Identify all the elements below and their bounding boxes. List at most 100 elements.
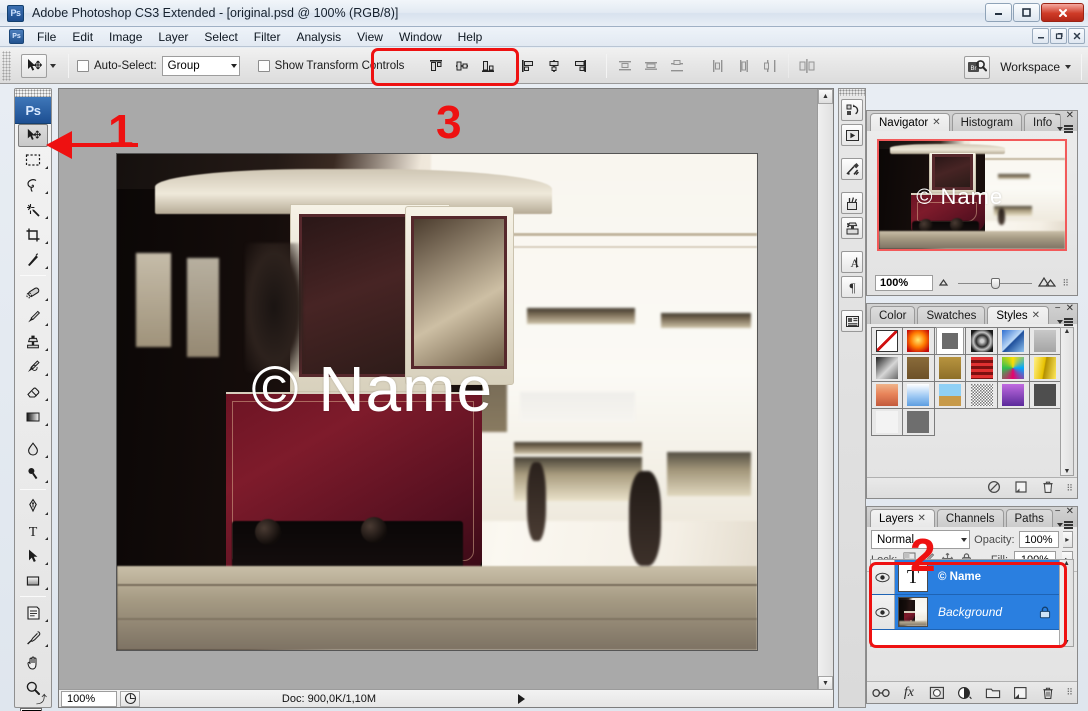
gold-sprayed-style[interactable] [934,354,967,382]
dark-grey-style[interactable] [1029,381,1062,409]
brush-tool[interactable] [15,304,51,329]
eraser-tool[interactable] [15,379,51,404]
options-bar-grip[interactable] [2,51,11,81]
dock-grip[interactable] [839,89,865,96]
align-top-edges-icon[interactable] [426,56,446,76]
tool-preset-picker[interactable] [17,52,60,80]
tab-navigator[interactable]: Navigator ✕ [870,113,950,131]
scroll-up-arrow-icon[interactable]: ▲ [1063,560,1070,567]
layer-comps-panel-icon[interactable] [841,310,863,332]
auto-select-dropdown[interactable]: Group [162,56,240,76]
hand-tool[interactable] [15,650,51,675]
align-bottom-edges-icon[interactable] [478,56,498,76]
layer-name[interactable]: © Name [938,571,981,583]
distribute-link-icon[interactable] [797,56,817,76]
distribute-left-edges-icon[interactable] [708,56,728,76]
go-to-bridge-icon[interactable]: Br [964,56,990,79]
clone-source-panel-icon[interactable] [841,217,863,239]
image-canvas[interactable]: © Name [116,153,758,651]
zoom-level-field[interactable]: 100% [61,691,117,707]
align-horizontal-centers-icon[interactable] [544,56,564,76]
auto-select-checkbox[interactable] [77,60,89,72]
distribute-horizontal-centers-icon[interactable] [734,56,754,76]
menu-view[interactable]: View [349,28,391,46]
swap-colors-icon[interactable]: ⤴ [36,691,47,707]
document-menu-icon[interactable]: Ps [9,29,24,44]
navigator-panel-menu-icon[interactable] [1057,125,1073,133]
noise-texture-style[interactable] [965,381,998,409]
crop-tool[interactable] [15,222,51,247]
dodge-tool[interactable] [15,461,51,486]
paragraph-panel-icon[interactable]: ¶ [841,276,863,298]
scroll-up-arrow-icon[interactable]: ▲ [818,89,833,104]
notes-tool[interactable] [15,600,51,625]
layer-thumbnail[interactable] [898,597,928,627]
close-button[interactable] [1041,3,1084,22]
layer-visibility-toggle[interactable] [871,595,895,629]
path-selection-tool[interactable] [15,543,51,568]
character-panel-icon[interactable]: A [841,251,863,273]
table-row[interactable]: T © Name [871,560,1073,595]
zoom-in-icon[interactable] [1038,276,1056,290]
sunset-sky-style[interactable] [871,381,904,409]
maximize-button[interactable] [1013,3,1040,22]
tab-histogram[interactable]: Histogram [952,113,1022,131]
zoom-out-icon[interactable] [939,277,952,289]
default-none-style[interactable] [871,327,904,355]
gradient-tool[interactable] [15,404,51,429]
red-stripes-style[interactable] [965,354,998,382]
close-icon[interactable]: ✕ [918,513,926,524]
doc-close-button[interactable] [1068,28,1085,44]
blue-glass-style[interactable] [997,327,1030,355]
white-plain-style[interactable] [871,408,904,436]
magic-wand-tool[interactable] [15,197,51,222]
yellow-metal-style[interactable] [1029,354,1062,382]
document-proxy-icon[interactable] [120,691,140,707]
tool-preset-caret-icon[interactable] [50,64,56,68]
workspace-button[interactable]: Workspace [1000,60,1071,74]
blend-mode-dropdown[interactable]: Normal [871,530,970,549]
medium-grey-style[interactable] [902,408,935,436]
actions-panel-icon[interactable] [841,124,863,146]
lasso-tool[interactable] [15,172,51,197]
blur-tool[interactable] [15,436,51,461]
chiseled-grey-style[interactable] [871,354,904,382]
menu-edit[interactable]: Edit [64,28,101,46]
close-icon[interactable]: ✕ [1032,310,1040,321]
slice-tool[interactable] [15,247,51,272]
clear-style-button[interactable] [987,480,1001,497]
grey-gel-style[interactable] [1029,327,1062,355]
brushes-panel-icon[interactable] [841,192,863,214]
scroll-up-arrow-icon[interactable]: ▲ [1064,328,1071,335]
add-layer-style-button[interactable]: fx [899,684,919,702]
distribute-bottom-edges-icon[interactable] [667,56,687,76]
double-ring-glow-style[interactable] [965,327,998,355]
opacity-stepper[interactable]: ▸ [1063,531,1074,548]
minimize-button[interactable] [985,3,1012,22]
layer-name[interactable]: Background [938,605,1002,619]
menu-help[interactable]: Help [450,28,491,46]
layer-visibility-toggle[interactable] [871,560,895,594]
new-style-button[interactable] [1014,480,1028,497]
eyedropper-tool[interactable] [15,625,51,650]
navigator-thumbnail[interactable]: © Name [877,139,1067,251]
menu-image[interactable]: Image [101,28,150,46]
resize-grip-icon[interactable]: ⠿ [1066,483,1073,494]
menu-analysis[interactable]: Analysis [288,28,349,46]
add-layer-mask-button[interactable] [927,684,947,702]
layers-list[interactable]: T © Name Background [870,559,1074,647]
new-group-button[interactable] [983,684,1003,702]
purple-bevel-style[interactable] [997,381,1030,409]
new-layer-button[interactable] [1011,684,1031,702]
layers-panel-menu-icon[interactable] [1057,521,1073,529]
tab-swatches[interactable]: Swatches [917,306,985,324]
menu-window[interactable]: Window [391,28,450,46]
align-left-edges-icon[interactable] [518,56,538,76]
history-brush-tool[interactable] [15,354,51,379]
healing-brush-tool[interactable] [15,279,51,304]
collapse-icon[interactable]: − [1055,303,1061,314]
blue-sky-style[interactable] [902,381,935,409]
distribute-vertical-centers-icon[interactable] [641,56,661,76]
distribute-top-edges-icon[interactable] [615,56,635,76]
horizon-style[interactable] [934,381,967,409]
